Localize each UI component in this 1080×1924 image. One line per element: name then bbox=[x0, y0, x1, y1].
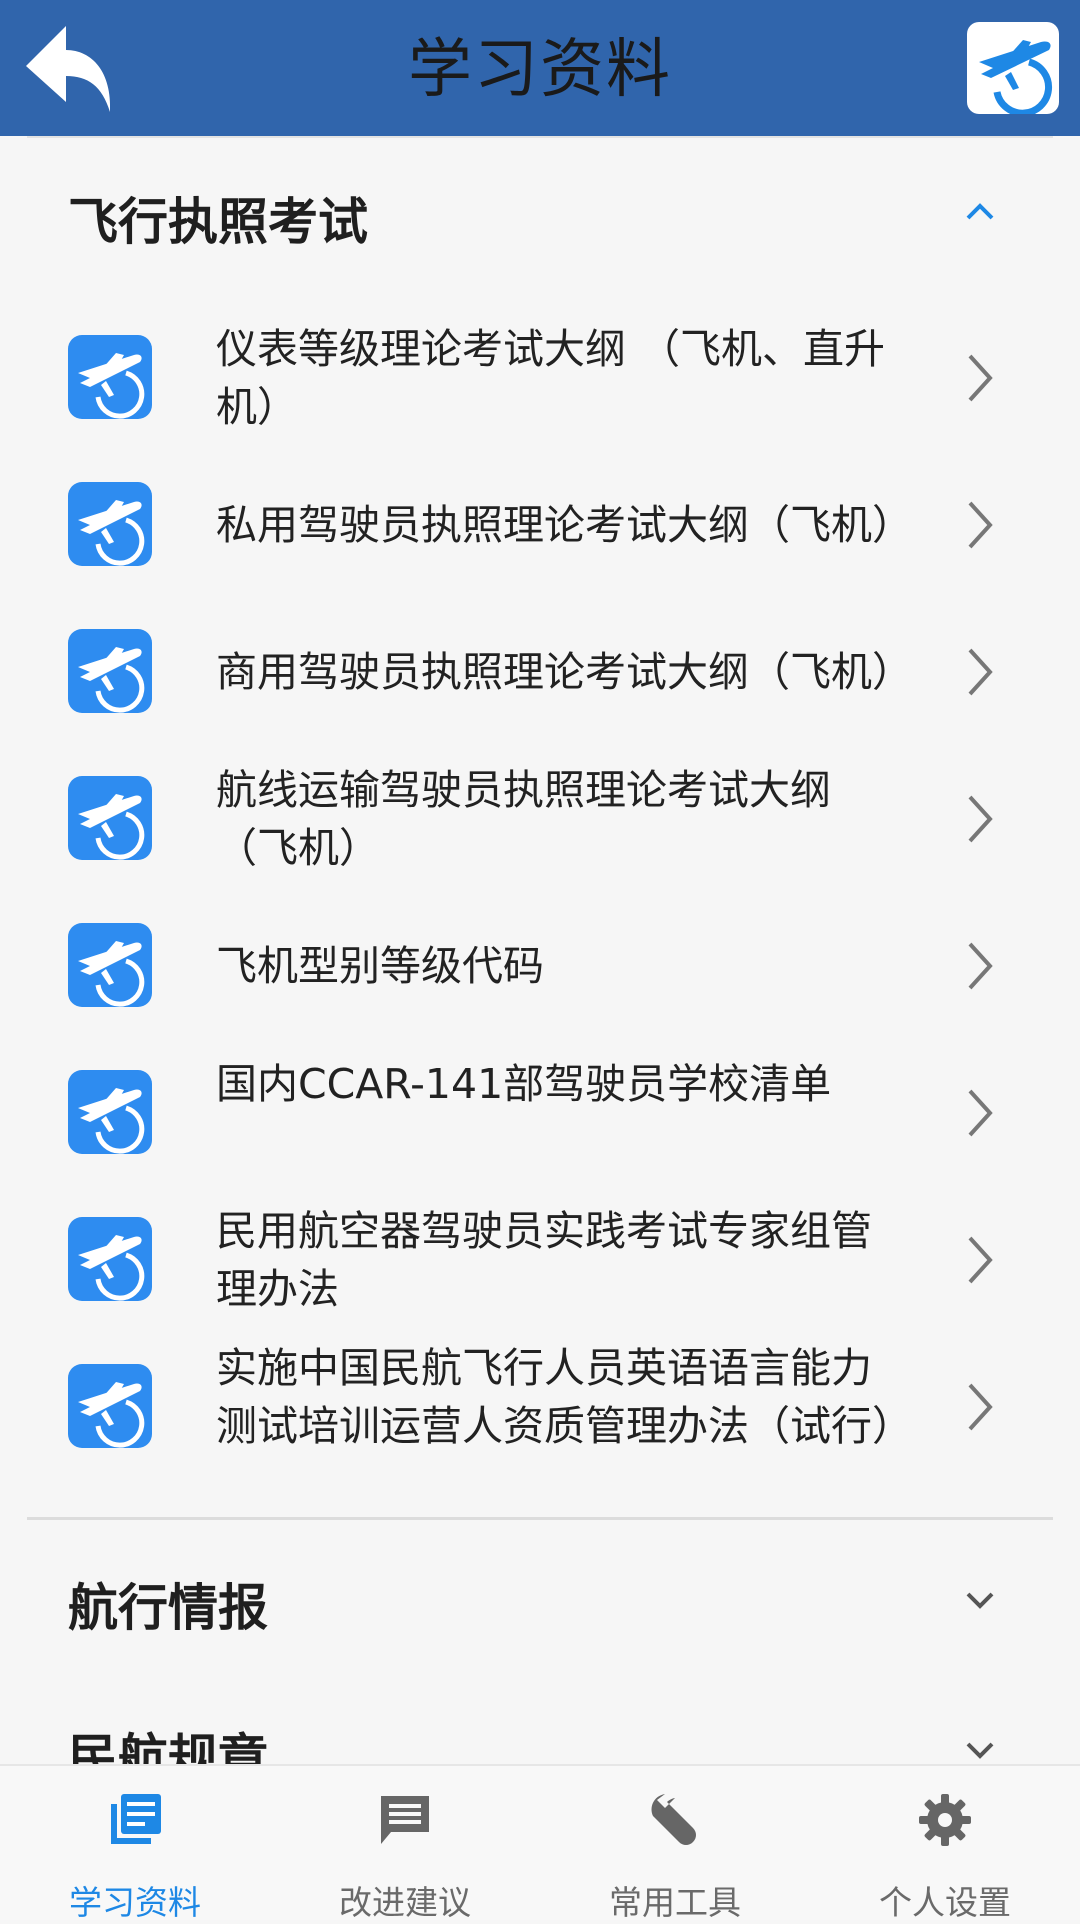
list-item-label: 商用驾驶员执照理论考试大纲（飞机） bbox=[216, 648, 913, 696]
list-item[interactable]: 民用航空器驾驶员实践考试专家组管理办法 bbox=[0, 1186, 1080, 1333]
airplane-icon bbox=[68, 482, 152, 566]
tab-label: 学习资料 bbox=[69, 1883, 201, 1922]
airplane-icon bbox=[68, 1364, 152, 1448]
app-logo[interactable] bbox=[967, 22, 1059, 117]
document-icon bbox=[111, 1794, 161, 1844]
airplane-icon bbox=[68, 335, 152, 419]
tab-study-materials[interactable]: 学习资料 bbox=[0, 1766, 270, 1922]
list-item[interactable]: 航线运输驾驶员执照理论考试大纲（飞机） bbox=[0, 745, 1080, 892]
list-item-label: 航线运输驾驶员执照理论考试大纲（飞机） bbox=[216, 766, 831, 872]
tab-common-tools[interactable]: 常用工具 bbox=[540, 1766, 810, 1922]
section-title: 飞行执照考试 bbox=[68, 193, 368, 251]
chevron-right-icon bbox=[968, 1089, 993, 1137]
page-title: 学习资料 bbox=[408, 33, 672, 107]
tab-label: 个人设置 bbox=[879, 1883, 1011, 1922]
list-item-label: 私用驾驶员执照理论考试大纲（飞机） bbox=[216, 501, 913, 549]
content-scroll-area[interactable]: 飞行执照考试 仪表等级理论考试大纲 （飞机、直升机） 私用驾驶员执照理论考试大纲（… bbox=[0, 136, 1080, 1764]
list-item-label: 国内CCAR-141部驾驶员学校清单 bbox=[216, 1060, 832, 1108]
list-item[interactable]: 国内CCAR-141部驾驶员学校清单 bbox=[0, 1039, 1080, 1186]
tab-label: 改进建议 bbox=[339, 1883, 471, 1922]
gear-icon bbox=[919, 1794, 971, 1846]
list-item-label: 飞机型别等级代码 bbox=[216, 942, 544, 990]
list-item[interactable]: 仪表等级理论考试大纲 （飞机、直升机） bbox=[0, 304, 1080, 451]
chevron-right-icon bbox=[968, 1236, 993, 1284]
list-item[interactable]: 商用驾驶员执照理论考试大纲（飞机） bbox=[0, 598, 1080, 745]
list-item[interactable]: 飞机型别等级代码 bbox=[0, 892, 1080, 1039]
section-title: 民航规章 bbox=[68, 1729, 268, 1764]
tab-label: 常用工具 bbox=[609, 1883, 741, 1922]
list-item[interactable]: 实施中国民航飞行人员英语语言能力测试培训运营人资质管理办法（试行） bbox=[0, 1333, 1080, 1480]
chevron-right-icon bbox=[968, 1383, 993, 1431]
airplane-logo-icon bbox=[979, 40, 1053, 117]
section-title: 航行情报 bbox=[68, 1579, 268, 1637]
wrench-icon bbox=[651, 1794, 696, 1845]
chevron-right-icon bbox=[968, 501, 993, 549]
chevron-down-icon bbox=[966, 1592, 994, 1609]
list-item-label: 仪表等级理论考试大纲 （飞机、直升机） bbox=[216, 325, 886, 431]
list-item[interactable]: 私用驾驶员执照理论考试大纲（飞机） bbox=[0, 451, 1080, 598]
chat-icon bbox=[381, 1796, 429, 1844]
chevron-right-icon bbox=[968, 942, 993, 990]
list-item-label: 民用航空器驾驶员实践考试专家组管理办法 bbox=[216, 1207, 872, 1313]
bottom-tab-bar: 学习资料 改进建议 常用工具 个人设置 bbox=[0, 1764, 1080, 1922]
airplane-icon bbox=[68, 1070, 152, 1154]
top-divider bbox=[27, 136, 1053, 138]
airplane-icon bbox=[68, 1217, 152, 1301]
airplane-icon bbox=[68, 629, 152, 713]
list-item-label: 实施中国民航飞行人员英语语言能力测试培训运营人资质管理办法（试行） bbox=[216, 1344, 913, 1450]
airplane-icon bbox=[68, 923, 152, 1007]
tab-personal-settings[interactable]: 个人设置 bbox=[810, 1766, 1080, 1922]
tab-suggestions[interactable]: 改进建议 bbox=[270, 1766, 540, 1922]
chevron-right-icon bbox=[968, 795, 993, 843]
chevron-down-icon bbox=[966, 1742, 994, 1759]
section-divider bbox=[27, 1517, 1053, 1520]
app-header: 学习资料 bbox=[0, 0, 1080, 136]
chevron-up-icon bbox=[966, 203, 994, 220]
chevron-right-icon bbox=[968, 648, 993, 696]
chevron-right-icon bbox=[968, 354, 993, 402]
airplane-icon bbox=[68, 776, 152, 860]
